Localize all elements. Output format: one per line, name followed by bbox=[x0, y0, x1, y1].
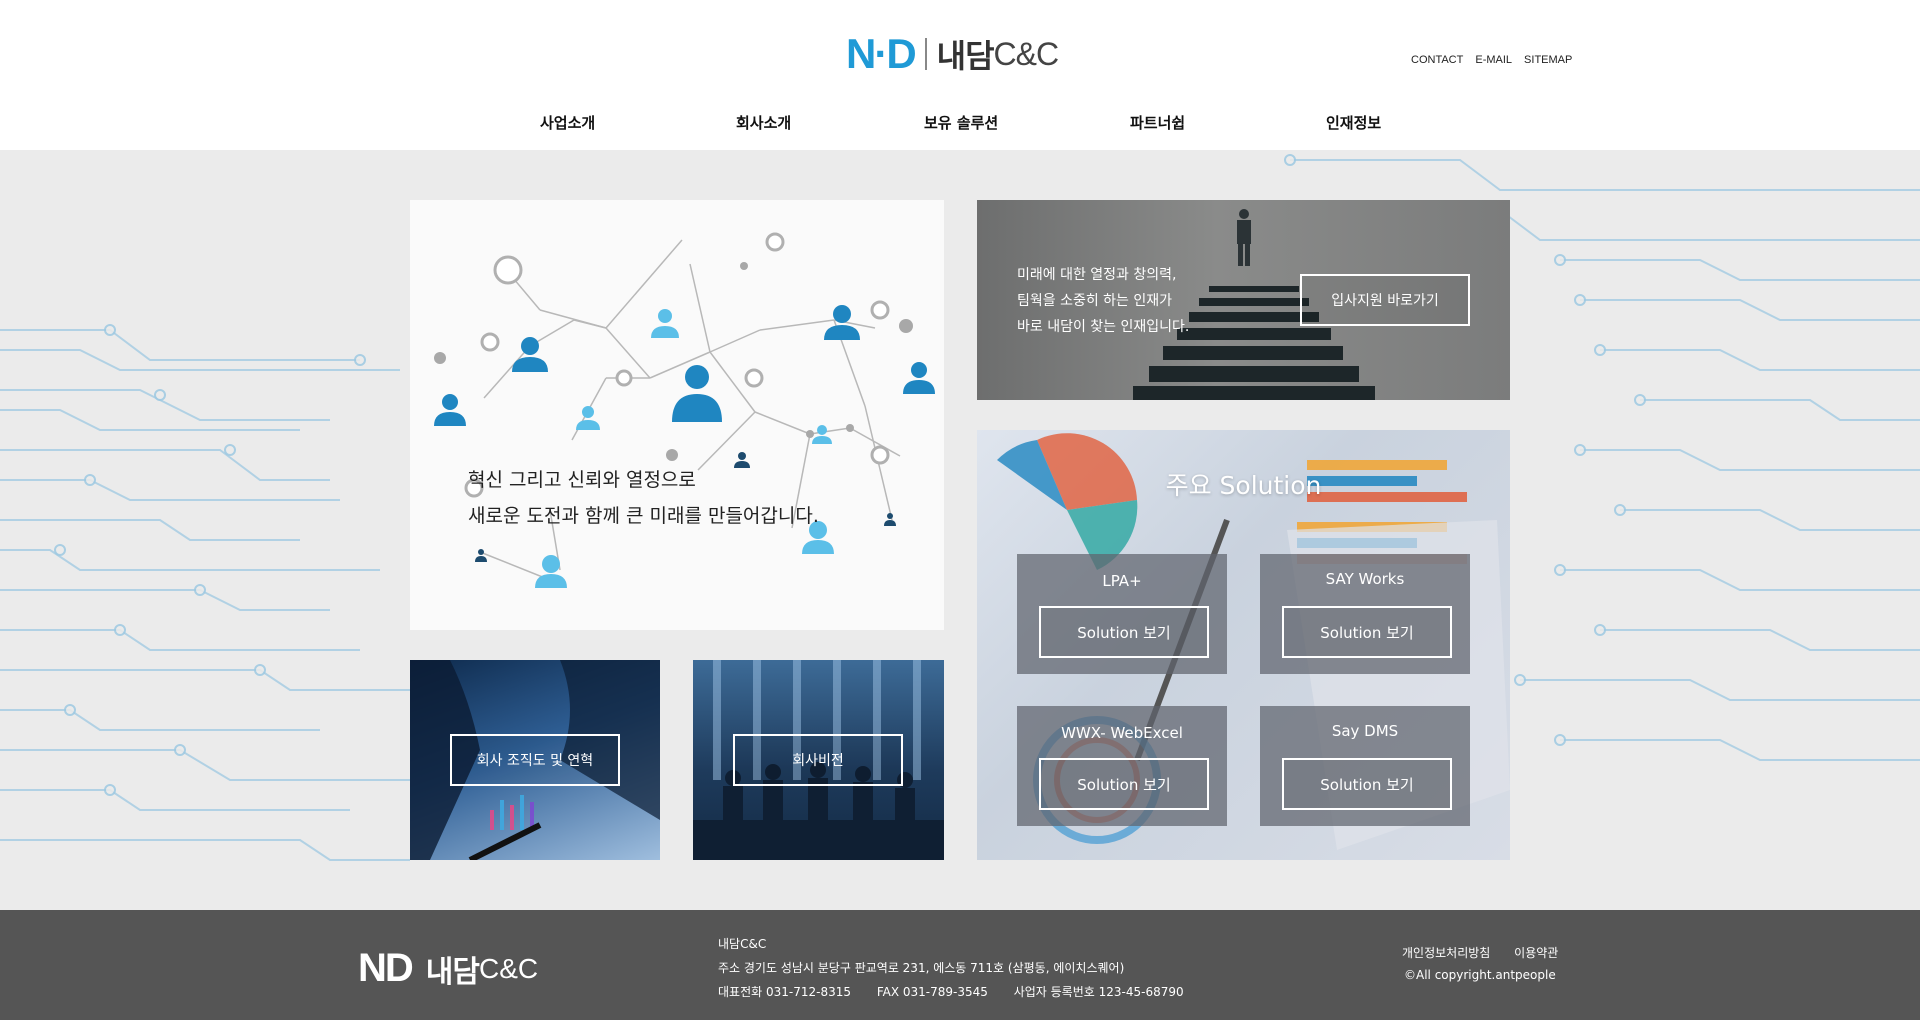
org-history-button[interactable]: 회사 조직도 및 연혁 bbox=[450, 734, 620, 786]
site-header: N·D 내담 C&C CONTACT E-MAIL SITEMAP 사업소개 회… bbox=[0, 0, 1920, 150]
recruit-line-2: 팀웍을 소중히 하는 인재가 bbox=[1017, 293, 1173, 309]
solution-view-button[interactable]: Solution 보기 bbox=[1039, 758, 1209, 810]
company-name: 내담C&C bbox=[718, 937, 767, 951]
contact-link[interactable]: CONTACT bbox=[1411, 54, 1463, 66]
site-logo[interactable]: N·D 내담 C&C bbox=[846, 30, 1060, 77]
solution-say-works: SAY Works Solution 보기 bbox=[1260, 554, 1470, 674]
logo-cc: C&C bbox=[993, 35, 1060, 72]
solution-lpa: LPA+ Solution 보기 bbox=[1017, 554, 1227, 674]
nav-business[interactable]: 사업소개 bbox=[540, 112, 595, 133]
logo-nd: N·D bbox=[846, 30, 917, 77]
footer-logo-korean: 내담 bbox=[425, 954, 480, 990]
company-info: 내담C&C 주소 경기도 성남시 분당구 판교역로 231, 에스동 711호 … bbox=[718, 932, 1206, 1004]
recruit-line-1: 미래에 대한 열정과 창의력, bbox=[1017, 267, 1177, 283]
copyright: ©All copyright.antpeople bbox=[1404, 968, 1556, 982]
solution-wwx-webexcel: WWX- WebExcel Solution 보기 bbox=[1017, 706, 1227, 826]
people-network-illustration bbox=[434, 232, 935, 588]
company-contact: 대표전화 031-712-8315 FAX 031-789-3545 사업자 등… bbox=[718, 980, 1206, 1004]
solution-title: 주요 Solution bbox=[1165, 471, 1322, 500]
site-footer: ND 내담 C&C 내담C&C 주소 경기도 성남시 분당구 판교역로 231,… bbox=[0, 910, 1920, 1020]
company-tel: 대표전화 031-712-8315 bbox=[718, 985, 851, 999]
slogan-line-2: 새로운 도전과 함께 큰 미래를 만들어갑니다. bbox=[468, 505, 819, 527]
solution-view-button[interactable]: Solution 보기 bbox=[1039, 606, 1209, 658]
company-slogan: 혁신 그리고 신뢰와 열정으로 새로운 도전과 함께 큰 미래를 만들어갑니다. bbox=[468, 462, 819, 534]
footer-links: 개인정보처리방침 이용약관 bbox=[1402, 944, 1578, 961]
privacy-policy-link[interactable]: 개인정보처리방침 bbox=[1402, 946, 1490, 960]
email-link[interactable]: E-MAIL bbox=[1475, 54, 1512, 66]
nav-solutions[interactable]: 보유 솔루션 bbox=[924, 112, 998, 133]
solution-name: WWX- WebExcel bbox=[1061, 724, 1183, 742]
company-intro-card: 혁신 그리고 신뢰와 열정으로 새로운 도전과 함께 큰 미래를 만들어갑니다. bbox=[410, 200, 944, 630]
logo-divider bbox=[924, 38, 927, 70]
solution-name: LPA+ bbox=[1102, 572, 1142, 590]
slogan-line-1: 혁신 그리고 신뢰와 열정으로 bbox=[468, 469, 696, 491]
footer-logo-cc: C&C bbox=[478, 952, 539, 984]
solution-view-button[interactable]: Solution 보기 bbox=[1282, 758, 1452, 810]
circuit-background bbox=[0, 154, 1920, 861]
solution-say-dms: Say DMS Solution 보기 bbox=[1260, 706, 1470, 826]
company-address: 주소 경기도 성남시 분당구 판교역로 231, 에스동 711호 (삼평동, … bbox=[718, 961, 1125, 975]
vision-card: 회사비전 bbox=[693, 660, 944, 860]
recruit-message: 미래에 대한 열정과 창의력, 팀웍을 소중히 하는 인재가 바로 내담이 찾는… bbox=[1017, 262, 1189, 340]
solution-name: Say DMS bbox=[1331, 722, 1399, 740]
top-links: CONTACT E-MAIL SITEMAP bbox=[1411, 54, 1572, 66]
apply-button[interactable]: 입사지원 바로가기 bbox=[1300, 274, 1470, 326]
sitemap-link[interactable]: SITEMAP bbox=[1524, 54, 1572, 66]
footer-logo: ND 내담 C&C bbox=[358, 946, 538, 991]
footer-logo-nd: ND bbox=[358, 946, 414, 990]
logo-korean: 내담 bbox=[936, 37, 995, 75]
nav-company[interactable]: 회사소개 bbox=[736, 112, 791, 133]
solution-name: SAY Works bbox=[1325, 570, 1405, 588]
terms-link[interactable]: 이용약관 bbox=[1514, 946, 1558, 960]
recruit-card: 미래에 대한 열정과 창의력, 팀웍을 소중히 하는 인재가 바로 내담이 찾는… bbox=[977, 200, 1510, 400]
org-history-card: 회사 조직도 및 연혁 bbox=[410, 660, 660, 860]
recruit-line-3: 바로 내담이 찾는 인재입니다. bbox=[1017, 319, 1190, 335]
company-biz-number: 사업자 등록번호 123-45-68790 bbox=[1013, 985, 1184, 999]
company-fax: FAX 031-789-3545 bbox=[876, 985, 988, 999]
vision-button[interactable]: 회사비전 bbox=[733, 734, 903, 786]
main-nav: 사업소개 회사소개 보유 솔루션 파트너쉽 인재정보 bbox=[0, 112, 1920, 138]
solution-card: 주요 Solution LPA+ Solution 보기 SAY Works S… bbox=[977, 430, 1510, 860]
solution-view-button[interactable]: Solution 보기 bbox=[1282, 606, 1452, 658]
nav-recruit[interactable]: 인재정보 bbox=[1326, 112, 1381, 133]
nav-partnership[interactable]: 파트너쉽 bbox=[1130, 112, 1185, 133]
